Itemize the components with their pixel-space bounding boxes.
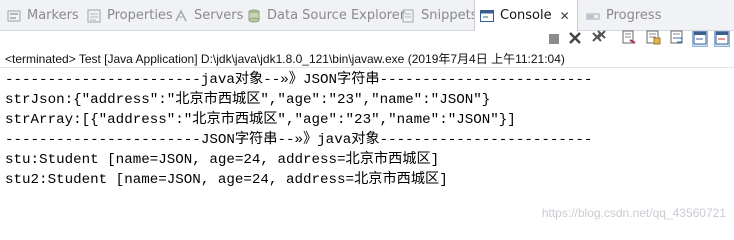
- clear-console-icon: [621, 29, 637, 49]
- show-console-stderr-icon: [715, 30, 729, 49]
- remove-icon: [568, 30, 582, 49]
- show-console-stdout-icon: [693, 30, 707, 49]
- show-console-on-stderr-button[interactable]: [714, 31, 730, 47]
- snippets-icon: [400, 8, 416, 24]
- console-line: strArray:[{"address":"北京市西城区","age":"23"…: [5, 112, 516, 128]
- tab-label: Properties: [107, 8, 173, 23]
- tab-label: Servers: [194, 8, 244, 23]
- tab-data-source-explorer[interactable]: Data Source Explorer: [246, 0, 405, 31]
- tab-label: Progress: [606, 8, 662, 23]
- terminate-button[interactable]: [546, 31, 562, 47]
- tab-snippets[interactable]: Snippets: [400, 0, 477, 31]
- console-line: strJson:{"address":"北京市西城区","age":"23","…: [5, 92, 491, 108]
- show-console-on-stdout-button[interactable]: [692, 31, 708, 47]
- tab-label: Data Source Explorer: [267, 8, 406, 23]
- data-source-icon: [246, 8, 262, 24]
- console-line: stu2:Student [name=JSON, age=24, address…: [5, 172, 448, 188]
- word-wrap-button[interactable]: [669, 29, 685, 49]
- process-status-label: <terminated> Test [Java Application] D:\…: [5, 52, 565, 66]
- view-tab-bar: Markers Properties Servers Data Source E…: [0, 0, 734, 31]
- scroll-lock-icon: [645, 29, 661, 49]
- tab-markers[interactable]: Markers: [6, 0, 79, 31]
- console-line: -----------------------java对象--»》JSON字符串…: [5, 72, 593, 88]
- servers-icon: [173, 8, 189, 24]
- terminate-icon: [548, 30, 560, 49]
- tab-servers[interactable]: Servers: [173, 0, 243, 31]
- properties-icon: [86, 8, 102, 24]
- word-wrap-icon: [669, 29, 685, 49]
- tab-label: Markers: [27, 8, 79, 23]
- tab-label: Console: [500, 8, 552, 23]
- markers-icon: [6, 8, 22, 24]
- progress-icon: [585, 8, 601, 24]
- tab-progress[interactable]: Progress: [585, 0, 661, 31]
- scroll-lock-button[interactable]: [645, 29, 661, 49]
- close-icon[interactable]: ✕: [560, 9, 570, 23]
- clear-console-button[interactable]: [621, 29, 637, 49]
- console-output[interactable]: -----------------------java对象--»》JSON字符串…: [0, 67, 734, 225]
- remove-all-terminated-button[interactable]: [591, 29, 607, 49]
- remove-launch-button[interactable]: [567, 31, 583, 47]
- console-line: stu:Student [name=JSON, age=24, address=…: [5, 152, 440, 168]
- console-line: -----------------------JSON字符串--»》java对象…: [5, 132, 593, 148]
- watermark-text: https://blog.csdn.net/qq_43560721: [541, 206, 726, 220]
- console-icon: [479, 8, 495, 24]
- tab-properties[interactable]: Properties: [86, 0, 173, 31]
- tab-label: Snippets: [421, 8, 478, 23]
- remove-all-icon: [591, 29, 607, 49]
- tab-console[interactable]: Console ✕: [474, 0, 578, 31]
